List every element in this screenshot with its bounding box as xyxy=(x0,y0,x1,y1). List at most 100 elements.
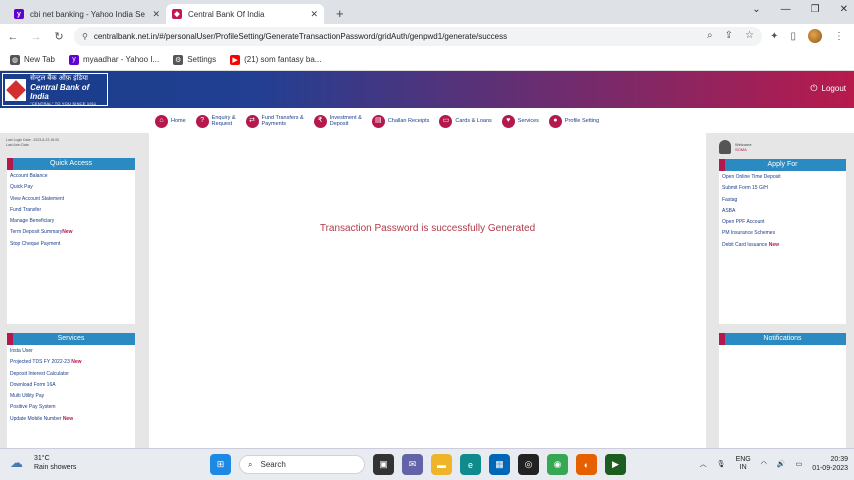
share-icon[interactable]: ⇪ xyxy=(725,30,733,41)
microphone-icon[interactable]: 🎙 xyxy=(717,460,726,468)
edge-icon[interactable]: e xyxy=(460,454,481,475)
close-tab-icon[interactable]: ✕ xyxy=(310,9,318,20)
menu-label: Investment & Deposit xyxy=(329,115,362,127)
youtube-icon: ▶ xyxy=(230,54,241,65)
site-info-icon[interactable]: ⚲ xyxy=(82,32,88,41)
reload-icon[interactable]: ↻ xyxy=(49,30,69,43)
main-menu: ⌂ Home ? Enquiry & Request ⇄ Fund Transfers… xyxy=(155,110,715,132)
service-link[interactable]: Download Form 16A xyxy=(10,382,132,388)
tab-yahoo[interactable]: y cbi net banking - Yahoo India Se ✕ xyxy=(8,4,166,24)
bank-logo[interactable]: सेन्ट्रल बैंक ऑफ़ इंडिया Central Bank of… xyxy=(2,73,108,106)
windows-start-icon[interactable]: ⊞ xyxy=(210,454,231,475)
bookmark-myaadhar[interactable]: y myaadhar - Yahoo I... xyxy=(68,54,159,65)
apply-link[interactable]: ASBA xyxy=(722,208,843,214)
minimize-icon[interactable]: — xyxy=(781,4,791,15)
tab-central-bank[interactable]: ◆ Central Bank Of India ✕ xyxy=(166,4,324,24)
quick-link[interactable]: Manage Beneficiary xyxy=(10,218,132,224)
bookmark-settings[interactable]: ⚙ Settings xyxy=(173,54,217,65)
services-icon: ♥ xyxy=(501,114,515,128)
taskbar-search[interactable]: ⌕ Search xyxy=(239,455,365,474)
apply-for-panel: Apply For Open Online Time Deposit Submi… xyxy=(719,159,846,324)
browser-tab-bar: y cbi net banking - Yahoo India Se ✕ ◆ C… xyxy=(0,0,854,24)
tab-title: cbi net banking - Yahoo India Se xyxy=(30,9,145,19)
dell-icon[interactable]: ◎ xyxy=(518,454,539,475)
close-window-icon[interactable]: ✕ xyxy=(840,4,848,15)
menu-cards-loans[interactable]: ▭ Cards & Loans xyxy=(439,114,492,128)
zoom-icon[interactable]: ⌕ xyxy=(707,30,713,41)
back-icon[interactable]: ← xyxy=(3,31,23,43)
apply-link[interactable]: PM Insurance Schemes xyxy=(722,230,843,236)
menu-challan[interactable]: ▤ Challan Receipts xyxy=(371,114,430,128)
menu-label: Enquiry & Request xyxy=(211,115,236,127)
weather-temp: 31°C xyxy=(34,455,50,462)
url-text: centralbank.net.in/#/personalUser/Profil… xyxy=(93,32,508,41)
apply-link[interactable]: Debit Card Issuance New xyxy=(722,242,843,248)
apply-link[interactable]: Submit Form 15 G/H xyxy=(722,185,843,191)
menu-profile-setting[interactable]: ● Profile Setting xyxy=(548,114,599,128)
side-panel-icon[interactable]: ▯ xyxy=(790,31,796,42)
service-link[interactable]: Positive Pay System xyxy=(10,404,132,410)
quick-link[interactable]: Term Deposit SummaryNew xyxy=(10,229,132,235)
bookmarks-bar: ◍ New Tab y myaadhar - Yahoo I... ⚙ Sett… xyxy=(0,49,854,71)
logout-button[interactable]: ⏻ Logout xyxy=(810,83,846,94)
extensions-icon[interactable]: ✦ xyxy=(770,31,778,42)
service-link[interactable]: Update Mobile Number New xyxy=(10,416,132,422)
close-tab-icon[interactable]: ✕ xyxy=(152,9,160,20)
restore-icon[interactable]: ❐ xyxy=(811,4,820,15)
quick-link[interactable]: View Account Statement xyxy=(10,196,132,202)
firefox-icon[interactable]: ◐ xyxy=(576,454,597,475)
profile-avatar[interactable] xyxy=(808,29,822,43)
quick-link[interactable]: Quick Pay xyxy=(10,184,132,190)
bookmark-star-icon[interactable]: ☆ xyxy=(745,30,754,41)
profile-icon: ● xyxy=(548,114,562,128)
battery-icon[interactable]: ▭ xyxy=(796,460,803,468)
menu-enquiry[interactable]: ? Enquiry & Request xyxy=(195,114,236,128)
apply-link[interactable]: Fastag xyxy=(722,197,843,203)
apply-link[interactable]: Open Online Time Deposit xyxy=(722,174,843,180)
service-link[interactable]: Projected TDS FY 2022-23 New xyxy=(10,359,132,365)
service-link[interactable]: Insta User xyxy=(10,348,132,354)
notifications-panel: Notifications xyxy=(719,333,846,448)
menu-label: Challan Receipts xyxy=(387,118,430,124)
services-title: Services xyxy=(7,333,135,345)
bookmark-new-tab[interactable]: ◍ New Tab xyxy=(10,54,55,65)
task-view-icon[interactable]: ▣ xyxy=(373,454,394,475)
quick-link[interactable]: Fund Transfer xyxy=(10,207,132,213)
quick-link[interactable]: Stop Cheque Payment xyxy=(10,241,132,247)
rain-cloud-icon: ☁ xyxy=(10,455,23,470)
wifi-icon[interactable]: ◠ xyxy=(761,460,767,468)
new-badge: New xyxy=(71,359,82,366)
file-explorer-icon[interactable]: ▬ xyxy=(431,454,452,475)
new-tab-icon[interactable]: + xyxy=(336,6,344,21)
search-icon: ⌕ xyxy=(248,459,253,469)
menu-fund-transfers[interactable]: ⇄ Fund Transfers & Payments xyxy=(245,114,304,128)
menu-investment[interactable]: ₹ Investment & Deposit xyxy=(313,114,362,128)
bookmark-label: Settings xyxy=(187,55,217,64)
language-indicator[interactable]: ENG IN xyxy=(736,456,751,472)
quick-link[interactable]: Account Balance xyxy=(10,173,132,179)
weather-widget[interactable]: ☁ 31°C Rain showers xyxy=(10,454,76,472)
menu-home[interactable]: ⌂ Home xyxy=(155,114,186,128)
volume-icon[interactable]: 🔊 xyxy=(777,460,786,468)
chrome-icon[interactable]: ◉ xyxy=(547,454,568,475)
store-icon[interactable]: ▦ xyxy=(489,454,510,475)
menu-label: Cards & Loans xyxy=(455,118,492,124)
gear-icon: ⚙ xyxy=(173,54,184,65)
tab-search-icon[interactable]: ⌄ xyxy=(752,4,760,15)
terminal-icon[interactable]: ▶ xyxy=(605,454,626,475)
address-bar[interactable]: ⚲ centralbank.net.in/#/personalUser/Prof… xyxy=(74,27,762,46)
menu-icon[interactable]: ⋮ xyxy=(834,31,844,42)
clock[interactable]: 20:39 01-09-2023 xyxy=(812,455,848,473)
service-link[interactable]: Multi Utility Pay xyxy=(10,393,132,399)
apply-link[interactable]: Open PPF Account xyxy=(722,219,843,225)
service-link[interactable]: Deposit Interest Calculator xyxy=(10,371,132,377)
chevron-up-icon[interactable]: ︿ xyxy=(700,459,707,469)
yahoo-icon: y xyxy=(68,54,79,65)
clock-time: 20:39 xyxy=(830,456,848,463)
bookmark-youtube[interactable]: ▶ (21) som fantasy ba... xyxy=(230,54,321,65)
menu-services[interactable]: ♥ Services xyxy=(501,114,539,128)
forward-icon[interactable]: → xyxy=(26,31,46,43)
chat-icon[interactable]: ✉ xyxy=(402,454,423,475)
menu-label: Home xyxy=(171,118,186,124)
taskbar-apps: ⊞ ⌕ Search ▣ ✉ ▬ e ▦ ◎ ◉ ◐ ▶ xyxy=(210,454,626,475)
